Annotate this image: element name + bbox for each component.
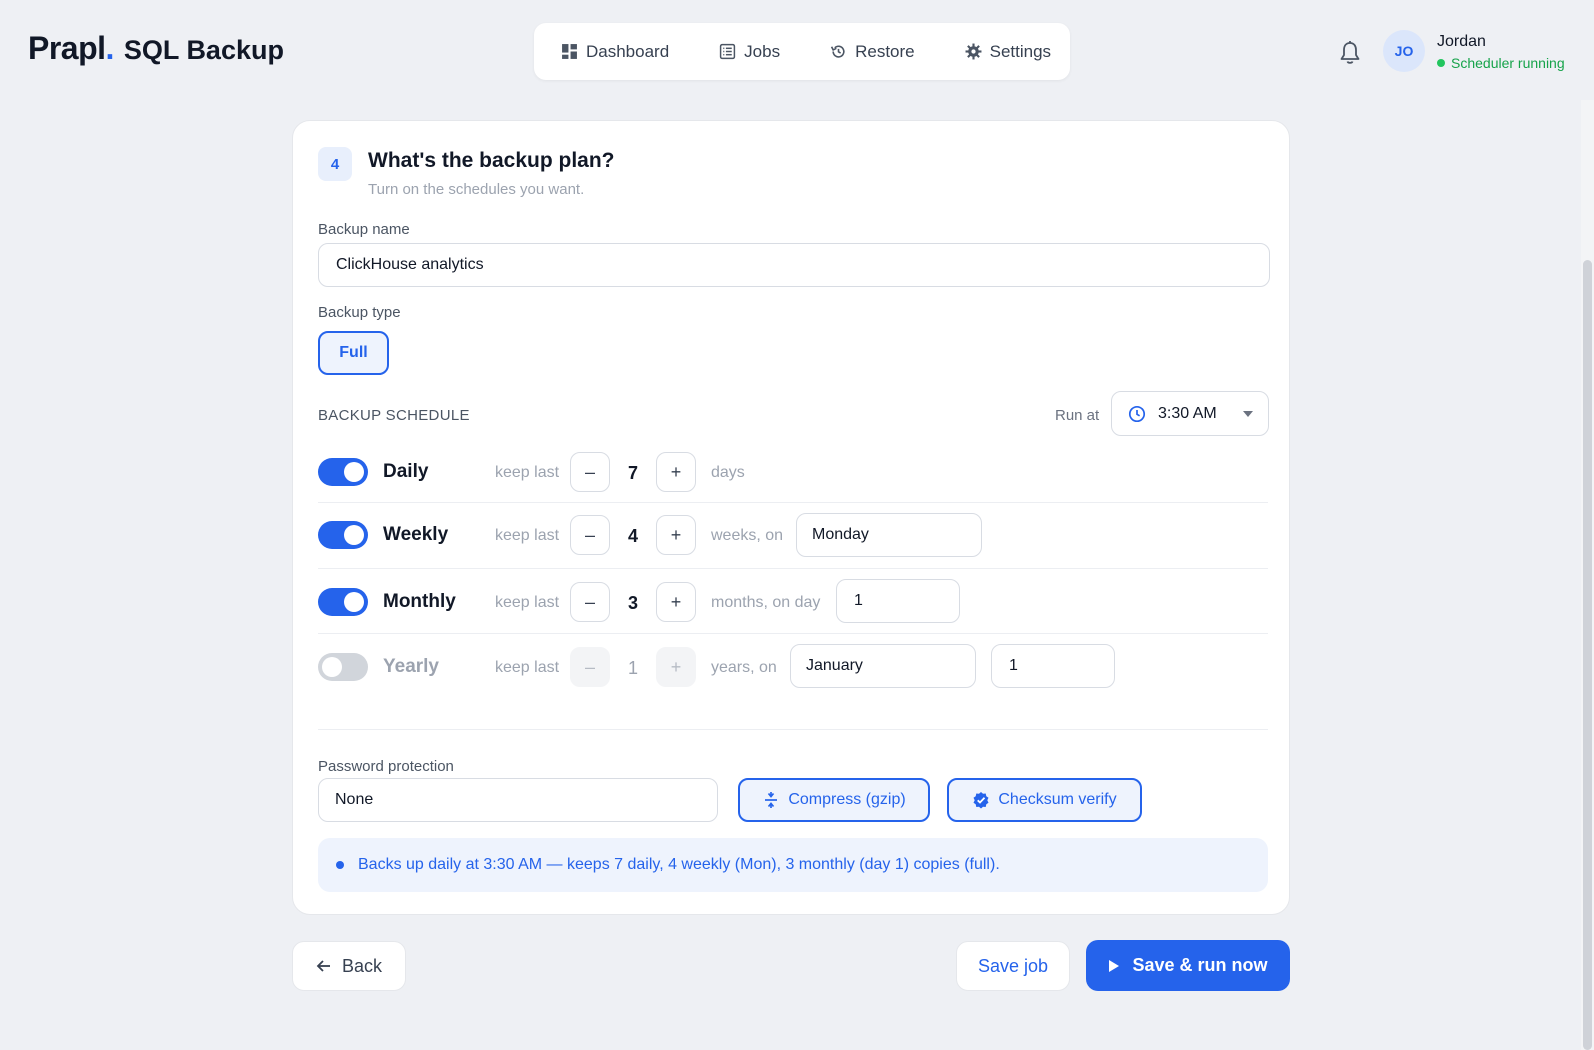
backup-type-full-button[interactable]: Full xyxy=(318,331,389,375)
run-at-label: Run at xyxy=(1055,407,1100,424)
scrollbar-thumb[interactable] xyxy=(1583,260,1592,1050)
back-label: Back xyxy=(341,955,383,976)
weekday-select[interactable]: Monday xyxy=(796,513,982,557)
yearly-toggle[interactable] xyxy=(318,653,368,681)
checksum-label: Checksum verify xyxy=(998,791,1117,808)
schedule-name: Daily xyxy=(383,461,429,482)
increment-button[interactable]: + xyxy=(656,647,696,687)
play-icon xyxy=(1109,959,1120,972)
schedule-row-daily: Daily keep last – 7 + days xyxy=(318,441,1268,503)
unit-label: weeks, on xyxy=(711,527,784,544)
schedule-heading: BACKUP SCHEDULE xyxy=(318,407,470,424)
dashboard-icon xyxy=(562,44,577,59)
nav-settings[interactable]: Settings xyxy=(965,42,1051,62)
page-subtitle: Turn on the schedules you want. xyxy=(368,181,585,198)
backup-name-label: Backup name xyxy=(318,221,410,238)
info-dot-icon xyxy=(336,861,344,869)
increment-button[interactable]: + xyxy=(656,515,696,555)
schedule-row-monthly: Monthly keep last – 3 + months, on day 1 xyxy=(318,569,1268,634)
weekly-toggle[interactable] xyxy=(318,521,368,549)
compress-label: Compress (gzip) xyxy=(788,791,906,808)
password-label: Password protection xyxy=(318,758,454,775)
page-title: What's the backup plan? xyxy=(368,149,615,172)
year-day-input[interactable]: 1 xyxy=(991,644,1115,688)
decrement-button[interactable]: – xyxy=(570,452,610,492)
keep-last-label: keep last xyxy=(495,527,560,544)
product-name: SQL Backup xyxy=(123,35,284,65)
backup-type-label: Backup type xyxy=(318,304,401,321)
month-select[interactable]: January xyxy=(790,644,976,688)
user-name: Jordan xyxy=(1437,33,1486,50)
unit-label: years, on xyxy=(711,659,777,676)
history-icon xyxy=(830,45,845,58)
unit-label: months, on day xyxy=(711,594,821,611)
step-number-badge: 4 xyxy=(318,147,352,181)
schedule-row-weekly: Weekly keep last – 4 + weeks, on Monday xyxy=(318,504,1268,569)
monthly-toggle[interactable] xyxy=(318,588,368,616)
schedule-name: Monthly xyxy=(383,591,456,612)
brand-name: Prapl. xyxy=(28,30,114,66)
back-button[interactable]: Back xyxy=(292,941,406,991)
top-nav: Dashboard Jobs Restore Settings xyxy=(534,23,1070,80)
list-icon xyxy=(720,43,736,60)
daily-toggle[interactable] xyxy=(318,458,368,486)
nav-label: Settings xyxy=(989,41,1052,61)
keep-count: 7 xyxy=(627,463,638,483)
chevron-down-icon xyxy=(1242,410,1253,417)
scheduler-status: Scheduler running xyxy=(1437,55,1565,71)
nav-label: Restore xyxy=(855,41,915,61)
save-job-button[interactable]: Save job xyxy=(956,941,1070,991)
nav-dashboard[interactable]: Dashboard xyxy=(561,42,669,62)
avatar[interactable]: JO xyxy=(1383,30,1425,72)
arrow-left-icon xyxy=(316,960,330,972)
user-info: Jordan Scheduler running xyxy=(1437,33,1565,71)
bell-icon[interactable] xyxy=(1338,40,1362,66)
keep-last-label: keep last xyxy=(495,594,560,611)
nav-label: Jobs xyxy=(744,41,781,61)
backup-plan-card: 4 What's the backup plan? Turn on the sc… xyxy=(292,120,1290,915)
schedule-name: Yearly xyxy=(383,656,439,677)
keep-last-label: keep last xyxy=(495,659,560,676)
keep-last-label: keep last xyxy=(495,464,560,481)
schedule-summary: Backs up daily at 3:30 AM — keeps 7 dail… xyxy=(318,838,1268,892)
schedule-name: Weekly xyxy=(383,524,449,545)
run-at-select[interactable]: 3:30 AM xyxy=(1111,391,1269,436)
app-logo: Prapl. SQL Backup xyxy=(28,30,284,67)
run-label: Save & run now xyxy=(1132,955,1268,975)
keep-count: 4 xyxy=(627,526,638,546)
verified-badge-icon xyxy=(973,792,989,809)
save-and-run-button[interactable]: Save & run now xyxy=(1086,940,1290,991)
compress-toggle-button[interactable]: Compress (gzip) xyxy=(738,778,930,822)
divider xyxy=(318,729,1268,730)
increment-button[interactable]: + xyxy=(656,582,696,622)
summary-text: Backs up daily at 3:30 AM — keeps 7 dail… xyxy=(358,856,1000,873)
clock-icon xyxy=(1128,405,1146,422)
keep-count: 3 xyxy=(627,593,638,613)
scrollbar[interactable] xyxy=(1581,100,1594,1050)
increment-button[interactable]: + xyxy=(656,452,696,492)
decrement-button[interactable]: – xyxy=(570,582,610,622)
gear-icon xyxy=(965,43,982,60)
checksum-toggle-button[interactable]: Checksum verify xyxy=(947,778,1142,822)
nav-restore[interactable]: Restore xyxy=(830,42,915,62)
nav-label: Dashboard xyxy=(586,41,670,61)
status-dot xyxy=(1437,59,1445,67)
keep-count: 1 xyxy=(627,658,638,678)
password-select[interactable]: None xyxy=(318,778,718,822)
compress-icon xyxy=(765,792,778,808)
backup-name-input[interactable]: ClickHouse analytics xyxy=(318,243,1270,287)
nav-jobs[interactable]: Jobs xyxy=(719,42,780,62)
decrement-button[interactable]: – xyxy=(570,515,610,555)
month-day-input[interactable]: 1 xyxy=(836,579,960,623)
schedule-row-yearly: Yearly keep last – 1 + years, on January… xyxy=(318,634,1268,699)
decrement-button[interactable]: – xyxy=(570,647,610,687)
run-at-value: 3:30 AM xyxy=(1158,404,1217,422)
unit-label: days xyxy=(711,464,745,481)
